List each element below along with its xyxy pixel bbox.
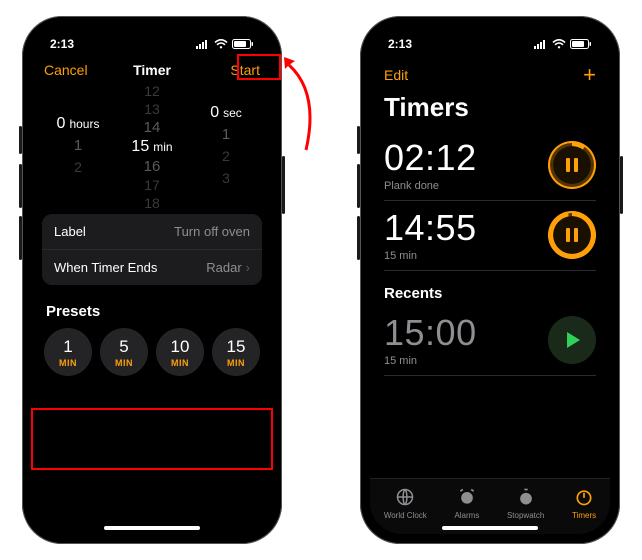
globe-icon: [395, 487, 415, 509]
progress-ring-icon: [548, 211, 596, 259]
timer-settings: Label Turn off oven When Timer Ends Rada…: [42, 214, 262, 285]
phone-right: 2:13 Edit + Timers 02:12 Plank done: [360, 16, 620, 544]
wifi-icon: [552, 39, 566, 49]
volume-up-button: [19, 164, 22, 208]
recents-title: Recents: [384, 285, 596, 302]
progress-ring-icon: [548, 141, 596, 189]
running-timer-2: 14:55 15 min: [370, 201, 610, 270]
tab-timers[interactable]: Timers: [572, 487, 596, 520]
picker-minutes[interactable]: 12 13 14 15min 16 17 18: [118, 92, 186, 202]
screen-timer-create: 2:13 Cancel Timer Start 0hours: [32, 26, 272, 534]
preset-15min[interactable]: 15 MIN: [212, 328, 260, 376]
tab-world-clock[interactable]: World Clock: [384, 487, 427, 520]
recent-time: 15:00: [384, 312, 477, 354]
label-value: Turn off oven: [174, 224, 250, 239]
time-picker[interactable]: 0hours 1 2 12 13 14 15min 16 17 18 0sec …: [42, 92, 262, 202]
volume-up-button: [357, 164, 360, 208]
home-indicator[interactable]: [442, 526, 538, 530]
battery-icon: [570, 39, 592, 49]
when-ends-row[interactable]: When Timer Ends Radar ›: [42, 249, 262, 285]
navbar: Edit +: [370, 56, 610, 90]
power-button: [282, 156, 285, 214]
screen-timers-list: 2:13 Edit + Timers 02:12 Plank done: [370, 26, 610, 534]
nav-title: Timer: [133, 62, 171, 78]
home-indicator[interactable]: [104, 526, 200, 530]
when-ends-value: Radar: [206, 260, 241, 275]
tab-stopwatch[interactable]: Stopwatch: [507, 487, 544, 520]
annotation-arrow: [281, 55, 317, 155]
tab-alarms[interactable]: Alarms: [454, 487, 479, 520]
chevron-right-icon: ›: [246, 260, 250, 275]
notch: [440, 26, 540, 48]
status-icons: [534, 39, 592, 49]
divider: [384, 375, 596, 376]
volume-down-button: [357, 216, 360, 260]
label-row[interactable]: Label Turn off oven: [42, 214, 262, 249]
play-button[interactable]: [548, 316, 596, 364]
timer-label: 15 min: [384, 250, 477, 262]
label-key: Label: [54, 224, 86, 239]
presets-title: Presets: [46, 303, 258, 320]
status-icons: [196, 39, 254, 49]
stopwatch-icon: [516, 487, 536, 509]
status-time: 2:13: [388, 37, 412, 51]
pause-button[interactable]: [548, 141, 596, 189]
divider: [384, 270, 596, 271]
start-button[interactable]: Start: [206, 62, 260, 78]
battery-icon: [232, 39, 254, 49]
play-icon: [567, 332, 580, 348]
pause-button[interactable]: [548, 211, 596, 259]
preset-1min[interactable]: 1 MIN: [44, 328, 92, 376]
timer-time: 02:12: [384, 137, 477, 179]
timer-icon: [574, 487, 594, 509]
alarm-icon: [457, 487, 477, 509]
timer-label: Plank done: [384, 180, 477, 192]
navbar: Cancel Timer Start: [32, 56, 272, 86]
mute-switch: [357, 126, 360, 154]
picker-seconds[interactable]: 0sec 1 2 3: [192, 92, 260, 202]
presets-row: 1 MIN 5 MIN 10 MIN 15 MIN: [32, 328, 272, 384]
timer-time: 14:55: [384, 207, 477, 249]
when-ends-key: When Timer Ends: [54, 260, 157, 275]
picker-hours[interactable]: 0hours 1 2: [44, 92, 112, 202]
notch: [102, 26, 202, 48]
preset-5min[interactable]: 5 MIN: [100, 328, 148, 376]
preset-10min[interactable]: 10 MIN: [156, 328, 204, 376]
volume-down-button: [19, 216, 22, 260]
page-title: Timers: [370, 90, 610, 131]
wifi-icon: [214, 39, 228, 49]
power-button: [620, 156, 623, 214]
add-button[interactable]: +: [583, 62, 596, 88]
status-time: 2:13: [50, 37, 74, 51]
running-timer-1: 02:12 Plank done: [370, 131, 610, 200]
recent-timer-1: 15:00 15 min: [370, 306, 610, 375]
phone-left: 2:13 Cancel Timer Start 0hours: [22, 16, 282, 544]
recent-label: 15 min: [384, 355, 477, 367]
edit-button[interactable]: Edit: [384, 67, 408, 83]
mute-switch: [19, 126, 22, 154]
cancel-button[interactable]: Cancel: [44, 62, 98, 78]
